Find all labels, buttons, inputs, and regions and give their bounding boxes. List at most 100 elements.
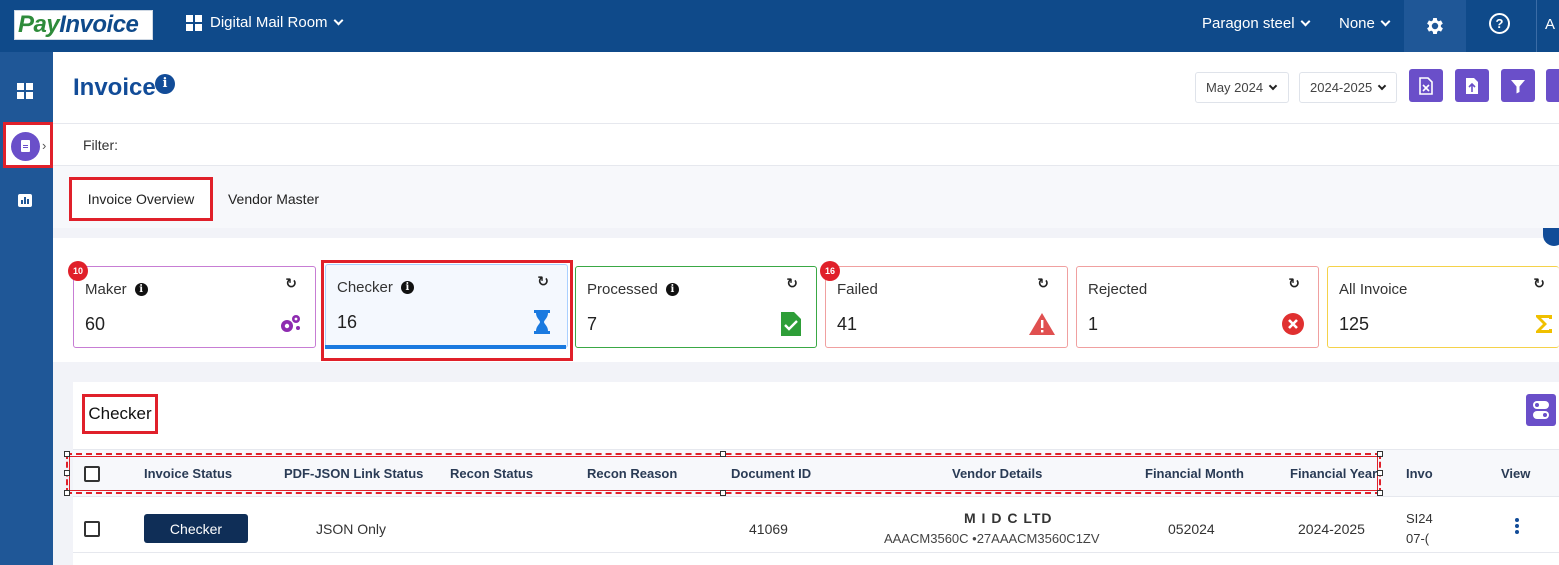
card-title-text: Maker bbox=[85, 281, 127, 298]
month-select[interactable]: May 2024 bbox=[1195, 72, 1289, 103]
info-icon[interactable]: i bbox=[134, 283, 148, 296]
excel-file-icon bbox=[1419, 76, 1433, 95]
card-title-text: All Invoice bbox=[1339, 281, 1408, 298]
bar-chart-icon[interactable] bbox=[18, 194, 32, 207]
filter-funnel-icon bbox=[1511, 79, 1525, 93]
chevron-down-icon bbox=[1268, 81, 1278, 90]
app-switcher-dropdown[interactable]: Digital Mail Room bbox=[186, 14, 343, 31]
upload-file-icon bbox=[1466, 77, 1478, 94]
column-header-invoice[interactable]: Invo bbox=[1406, 466, 1433, 481]
pdf-json-link-status: JSON Only bbox=[316, 521, 387, 537]
column-header-document-id[interactable]: Document ID bbox=[731, 466, 811, 481]
column-header-financial-month[interactable]: Financial Month bbox=[1145, 466, 1244, 481]
column-header-vendor-details[interactable]: Vendor Details bbox=[952, 466, 1042, 481]
question-circle-icon[interactable]: ? bbox=[1489, 13, 1510, 34]
vendor-ids: AAACM3560C •27AAACM3560C1ZV bbox=[884, 531, 1100, 546]
branch-dropdown[interactable]: None bbox=[1339, 15, 1391, 32]
row-checkbox[interactable] bbox=[84, 521, 100, 537]
hourglass-icon bbox=[529, 309, 555, 335]
refresh-icon[interactable]: ↻ bbox=[1533, 275, 1545, 292]
status-card-checker[interactable]: Checker i ↻ 16 bbox=[325, 264, 568, 348]
status-card-failed[interactable]: 16 Failed ↻ 41 bbox=[820, 261, 1068, 348]
filter-bar: Filter: bbox=[53, 124, 1559, 166]
column-header-financial-year[interactable]: Financial Year bbox=[1290, 466, 1377, 481]
refresh-icon[interactable]: ↻ bbox=[1288, 275, 1300, 292]
refresh-icon[interactable]: ↻ bbox=[285, 275, 297, 292]
card-title-text: Checker bbox=[337, 279, 393, 296]
info-icon[interactable]: i bbox=[400, 281, 414, 294]
nav-item-invoice[interactable]: › bbox=[3, 122, 53, 168]
settings-button[interactable] bbox=[1404, 0, 1466, 52]
status-card-processed[interactable]: Processed i ↻ 7 bbox=[575, 266, 817, 348]
column-header-invoice-status[interactable]: Invoice Status bbox=[144, 466, 232, 481]
card-title: Checker i bbox=[337, 279, 414, 296]
table-row[interactable]: Checker JSON Only 41069 M I D C LTD AAAC… bbox=[73, 507, 1559, 553]
grid-title: Checker bbox=[82, 394, 158, 434]
status-card-maker[interactable]: 10 Maker i ↻ 60 bbox=[68, 261, 316, 348]
logo-text-pay: Pay bbox=[18, 11, 60, 38]
close-circle-icon bbox=[1280, 311, 1306, 337]
user-avatar[interactable]: A bbox=[1536, 0, 1559, 52]
more-actions-button[interactable] bbox=[1546, 69, 1559, 102]
card-title-text: Rejected bbox=[1088, 281, 1148, 298]
status-card-all-invoice[interactable]: All Invoice ↻ 125 bbox=[1327, 266, 1559, 348]
page-title: Invoice bbox=[73, 74, 156, 101]
card-count: 125 bbox=[1339, 314, 1370, 334]
payinvoice-logo[interactable]: PayInvoice bbox=[14, 10, 153, 40]
card-title: All Invoice bbox=[1339, 281, 1407, 298]
info-icon[interactable]: i bbox=[665, 283, 679, 296]
chevron-down-icon bbox=[1377, 81, 1387, 90]
month-select-value: May 2024 bbox=[1206, 80, 1264, 95]
logo-text-invoice: Invoice bbox=[59, 11, 139, 38]
status-card-rejected[interactable]: Rejected ↻ 1 bbox=[1076, 266, 1319, 348]
card-title: Processed i bbox=[587, 281, 679, 298]
card-count: 41 bbox=[837, 314, 858, 334]
financial-year: 2024-2025 bbox=[1298, 521, 1365, 537]
notification-badge: 10 bbox=[68, 261, 88, 281]
refresh-icon[interactable]: ↻ bbox=[537, 273, 549, 290]
column-header-view[interactable]: View bbox=[1501, 466, 1530, 481]
year-select[interactable]: 2024-2025 bbox=[1299, 72, 1397, 103]
column-header-pdf-json-link-status[interactable]: PDF-JSON Link Status bbox=[284, 466, 423, 481]
branch-label: None bbox=[1339, 15, 1375, 32]
card-count: 60 bbox=[85, 314, 106, 334]
export-excel-button[interactable] bbox=[1409, 69, 1443, 102]
card-count: 16 bbox=[337, 312, 358, 332]
app-switcher-label: Digital Mail Room bbox=[210, 14, 328, 31]
dashboard-grid-icon[interactable] bbox=[17, 83, 33, 99]
tab-vendor-master[interactable]: Vendor Master bbox=[221, 177, 326, 221]
invoice-nav-circle bbox=[11, 132, 40, 161]
gears-icon bbox=[277, 311, 303, 337]
invoice-status-button[interactable]: Checker bbox=[144, 514, 248, 543]
gear-icon bbox=[1427, 18, 1443, 34]
financial-month: 052024 bbox=[1168, 521, 1215, 537]
document-check-icon bbox=[778, 311, 804, 337]
refresh-icon[interactable]: ↻ bbox=[1037, 275, 1049, 292]
filter-button[interactable] bbox=[1501, 69, 1535, 102]
chevron-down-icon bbox=[1300, 16, 1311, 27]
kebab-menu-icon[interactable] bbox=[1515, 518, 1519, 536]
sigma-icon bbox=[1531, 311, 1557, 337]
column-header-recon-status[interactable]: Recon Status bbox=[450, 466, 533, 481]
column-toggle-button[interactable] bbox=[1526, 394, 1556, 426]
document-icon bbox=[21, 140, 30, 152]
card-title: Failed bbox=[837, 281, 878, 298]
year-select-value: 2024-2025 bbox=[1310, 80, 1373, 95]
upload-button[interactable] bbox=[1455, 69, 1489, 102]
tab-invoice-overview[interactable]: Invoice Overview bbox=[69, 177, 213, 221]
notification-badge: 16 bbox=[820, 261, 840, 281]
info-icon[interactable]: i bbox=[155, 74, 175, 94]
tab-bar: Invoice Overview Vendor Master bbox=[53, 166, 1559, 228]
column-header-recon-reason[interactable]: Recon Reason bbox=[587, 466, 677, 481]
card-title: Rejected bbox=[1088, 281, 1147, 298]
company-label: Paragon steel bbox=[1202, 15, 1295, 32]
page-header: Invoice i May 2024 2024-2025 bbox=[53, 52, 1559, 124]
active-card-indicator bbox=[325, 345, 566, 349]
card-title-text: Processed bbox=[587, 281, 658, 298]
card-count: 1 bbox=[1088, 314, 1099, 334]
card-title: Maker i bbox=[85, 281, 148, 298]
company-dropdown[interactable]: Paragon steel bbox=[1202, 15, 1311, 32]
select-all-checkbox[interactable] bbox=[84, 466, 100, 482]
vendor-name: M I D C LTD bbox=[964, 510, 1053, 526]
refresh-icon[interactable]: ↻ bbox=[786, 275, 798, 292]
